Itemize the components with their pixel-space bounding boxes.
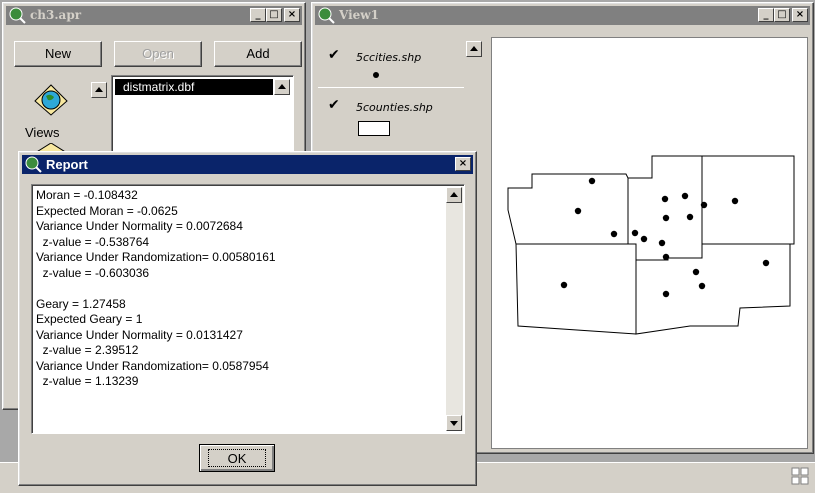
new-button[interactable]: New: [14, 41, 102, 67]
county-polygon[interactable]: [701, 155, 795, 245]
scroll-down-button[interactable]: [446, 415, 462, 431]
theme-entry[interactable]: ✔ 5ccities.shp: [318, 41, 464, 88]
close-icon: ×: [458, 158, 468, 169]
minimize-icon: _: [763, 9, 769, 20]
report-line: z-value = -0.538764: [36, 234, 150, 249]
counties-layer: [507, 155, 795, 335]
report-text-area[interactable]: Moran = -0.108432 Expected Moran = -0.062…: [31, 184, 465, 434]
report-scrollbar[interactable]: [446, 187, 463, 431]
county-polygon[interactable]: [515, 243, 637, 335]
report-dialog: Report × Moran = -0.108432 Expected Moran…: [18, 151, 477, 486]
maximize-button[interactable]: □: [266, 8, 282, 22]
city-point[interactable]: [574, 207, 582, 215]
report-title: Report: [46, 157, 88, 172]
view-title: View1: [339, 8, 379, 22]
scroll-up-icon: [95, 87, 103, 92]
doc-type-scroll-up[interactable]: [91, 82, 107, 98]
theme-visibility-check[interactable]: ✔: [328, 97, 340, 113]
add-button[interactable]: Add: [214, 41, 302, 67]
scroll-down-icon: [450, 421, 458, 426]
resize-grip[interactable]: [790, 466, 810, 486]
minimize-icon: _: [255, 9, 261, 20]
documents-scroll-up[interactable]: [274, 79, 290, 95]
city-point[interactable]: [662, 253, 670, 261]
report-line: Variance Under Randomization= 0.00580161: [36, 250, 276, 264]
report-line: Moran = -0.108432: [36, 188, 138, 202]
close-button[interactable]: ×: [455, 157, 471, 171]
report-line: Expected Geary = 1: [36, 312, 143, 326]
report-line: [36, 281, 276, 297]
close-button[interactable]: ×: [792, 8, 808, 22]
city-point[interactable]: [662, 290, 670, 298]
list-item-selected[interactable]: distmatrix.dbf: [115, 79, 273, 95]
city-point[interactable]: [588, 177, 596, 185]
map-svg: [507, 155, 795, 335]
views-doc-type[interactable]: Views: [11, 75, 91, 145]
scroll-up-icon: [470, 46, 478, 51]
scroll-up-icon: [278, 84, 286, 89]
polygon-symbol-icon: [358, 121, 390, 136]
project-titlebar: ch3.apr _ □ ×: [6, 6, 302, 25]
scroll-up-icon: [450, 192, 458, 197]
report-line: Geary = 1.27458: [36, 296, 126, 311]
ok-label: OK: [208, 449, 266, 467]
theme-visibility-check[interactable]: ✔: [328, 47, 340, 63]
close-icon: ×: [287, 9, 297, 20]
report-line: z-value = 2.39512: [36, 343, 139, 357]
open-button[interactable]: Open: [114, 41, 202, 67]
theme-name: 5counties.shp: [356, 101, 433, 114]
point-symbol-icon: [373, 72, 379, 78]
view-titlebar: View1 _ □ ×: [315, 6, 810, 25]
city-point[interactable]: [661, 195, 669, 203]
arcview-icon: [25, 156, 42, 173]
city-point[interactable]: [662, 214, 670, 222]
city-point[interactable]: [658, 239, 666, 247]
city-point[interactable]: [692, 268, 700, 276]
maximize-icon: □: [269, 9, 279, 20]
maximize-icon: □: [777, 9, 787, 20]
scroll-up-button[interactable]: [446, 187, 462, 203]
ok-button[interactable]: OK: [199, 444, 275, 472]
city-point[interactable]: [560, 281, 568, 289]
city-point[interactable]: [731, 197, 739, 205]
county-polygon[interactable]: [507, 173, 629, 245]
views-label: Views: [25, 125, 60, 140]
report-line: Variance Under Randomization= 0.0587954: [36, 358, 269, 373]
report-line: Variance Under Normality = 0.0131427: [36, 327, 243, 342]
report-line: z-value = -0.603036: [36, 265, 150, 280]
city-point[interactable]: [640, 235, 648, 243]
county-polygon[interactable]: [627, 155, 703, 261]
grip-icon: [791, 467, 809, 485]
report-line: z-value = 1.13239: [36, 374, 139, 388]
theme-name: 5ccities.shp: [356, 51, 422, 64]
city-point[interactable]: [631, 229, 639, 237]
minimize-button[interactable]: _: [758, 8, 774, 22]
maximize-button[interactable]: □: [774, 8, 790, 22]
arcview-icon: [9, 7, 26, 24]
map-display[interactable]: [491, 37, 808, 449]
city-point[interactable]: [610, 230, 618, 238]
report-line: Variance Under Normality = 0.0072684: [36, 219, 243, 233]
city-point[interactable]: [698, 282, 706, 290]
city-point[interactable]: [686, 213, 694, 221]
city-point[interactable]: [681, 192, 689, 200]
close-icon: ×: [795, 9, 805, 20]
views-icon: [34, 84, 68, 116]
city-point[interactable]: [762, 259, 770, 267]
report-line: Expected Moran = -0.0625: [36, 203, 178, 218]
report-text: Moran = -0.108432 Expected Moran = -0.062…: [36, 188, 276, 390]
close-button[interactable]: ×: [284, 8, 300, 22]
project-title: ch3.apr: [30, 8, 82, 22]
theme-entry[interactable]: ✔ 5counties.shp: [318, 91, 464, 137]
city-point[interactable]: [700, 201, 708, 209]
arcview-icon: [318, 7, 335, 24]
toc-scroll-up[interactable]: [466, 41, 482, 57]
minimize-button[interactable]: _: [250, 8, 266, 22]
report-titlebar: Report ×: [22, 155, 473, 174]
